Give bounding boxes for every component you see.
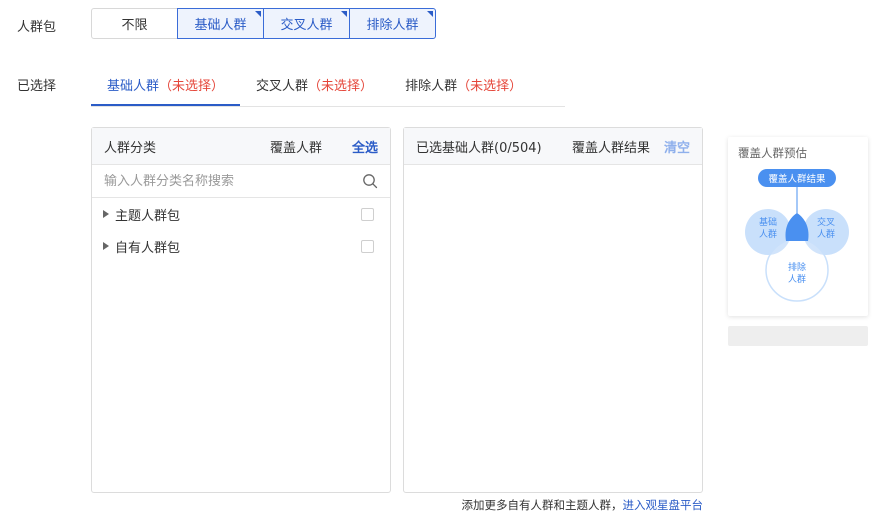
tab-label: 排除人群 xyxy=(405,79,458,94)
coverage-estimate-card: 覆盖人群预估 覆盖人群结果 基础人群 交叉人群 排除人群 xyxy=(728,137,868,316)
option-base-crowd[interactable]: 基础人群 xyxy=(177,8,264,39)
panel-header: 人群分类 覆盖人群 全选 xyxy=(92,128,390,165)
selected-crowd-panel: 已选基础人群(0/504) 覆盖人群结果 清空 xyxy=(403,127,703,493)
selected-corner-icon xyxy=(255,11,261,17)
crowd-category-panel: 人群分类 覆盖人群 全选 主题人群包 自有人群包 xyxy=(91,127,391,493)
col-coverage: 覆盖人群 xyxy=(269,140,322,156)
estimate-result-bar xyxy=(728,326,868,346)
category-search-input[interactable] xyxy=(104,173,362,189)
footer-text: 添加更多自有人群和主题人群， xyxy=(461,498,623,512)
open-platform-link[interactable]: 进入观星盘平台 xyxy=(623,498,704,512)
tree-item-theme-pack[interactable]: 主题人群包 xyxy=(92,198,390,230)
selected-label: 已选择 xyxy=(17,79,57,94)
tab-label: 交叉人群 xyxy=(256,79,309,94)
venn-diagram: 覆盖人群结果 基础人群 交叉人群 排除人群 xyxy=(745,169,849,302)
expand-caret-icon[interactable] xyxy=(103,210,109,218)
checkbox[interactable] xyxy=(361,207,374,221)
col-coverage-result: 覆盖人群结果 xyxy=(571,140,650,156)
select-all-button[interactable]: 全选 xyxy=(352,137,378,156)
tab-label: 基础人群 xyxy=(107,79,160,94)
tab-hint: （未选择） xyxy=(308,79,374,94)
option-label: 基础人群 xyxy=(194,18,247,33)
selected-corner-icon xyxy=(341,11,347,17)
tree-item-label: 自有人群包 xyxy=(115,240,181,256)
option-label: 不限 xyxy=(121,18,148,33)
clear-button[interactable]: 清空 xyxy=(664,137,690,156)
crowd-pack-label: 人群包 xyxy=(17,20,57,35)
footer-note: 添加更多自有人群和主题人群，进入观星盘平台 xyxy=(462,497,704,513)
tab-hint: （未选择） xyxy=(457,79,523,94)
intersection-shape xyxy=(785,213,809,241)
crowd-pack-selector: 不限 基础人群 交叉人群 排除人群 xyxy=(91,8,436,39)
option-unlimited[interactable]: 不限 xyxy=(91,8,178,39)
tree-item-label: 主题人群包 xyxy=(115,208,181,224)
option-label: 排除人群 xyxy=(366,18,419,33)
tab-hint: （未选择） xyxy=(159,79,225,94)
option-cross-crowd[interactable]: 交叉人群 xyxy=(263,8,350,39)
checkbox[interactable] xyxy=(361,239,374,253)
tab-exclude-crowd[interactable]: 排除人群 （未选择） xyxy=(389,64,538,105)
col-category: 人群分类 xyxy=(104,140,157,156)
selected-corner-icon xyxy=(427,11,433,17)
option-exclude-crowd[interactable]: 排除人群 xyxy=(349,8,436,39)
selected-count-title: 已选基础人群(0/504) xyxy=(416,140,542,156)
crowd-tabs: 基础人群 （未选择） 交叉人群 （未选择） 排除人群 （未选择） xyxy=(91,64,565,107)
result-pill-label: 覆盖人群结果 xyxy=(768,173,826,185)
search-icon[interactable] xyxy=(362,173,378,189)
category-search xyxy=(92,165,390,198)
tab-cross-crowd[interactable]: 交叉人群 （未选择） xyxy=(240,64,389,105)
option-label: 交叉人群 xyxy=(280,18,333,33)
tree-item-own-pack[interactable]: 自有人群包 xyxy=(92,230,390,262)
panel-header: 已选基础人群(0/504) 覆盖人群结果 清空 xyxy=(404,128,702,165)
tab-base-crowd[interactable]: 基础人群 （未选择） xyxy=(91,64,241,106)
expand-caret-icon[interactable] xyxy=(103,242,109,250)
